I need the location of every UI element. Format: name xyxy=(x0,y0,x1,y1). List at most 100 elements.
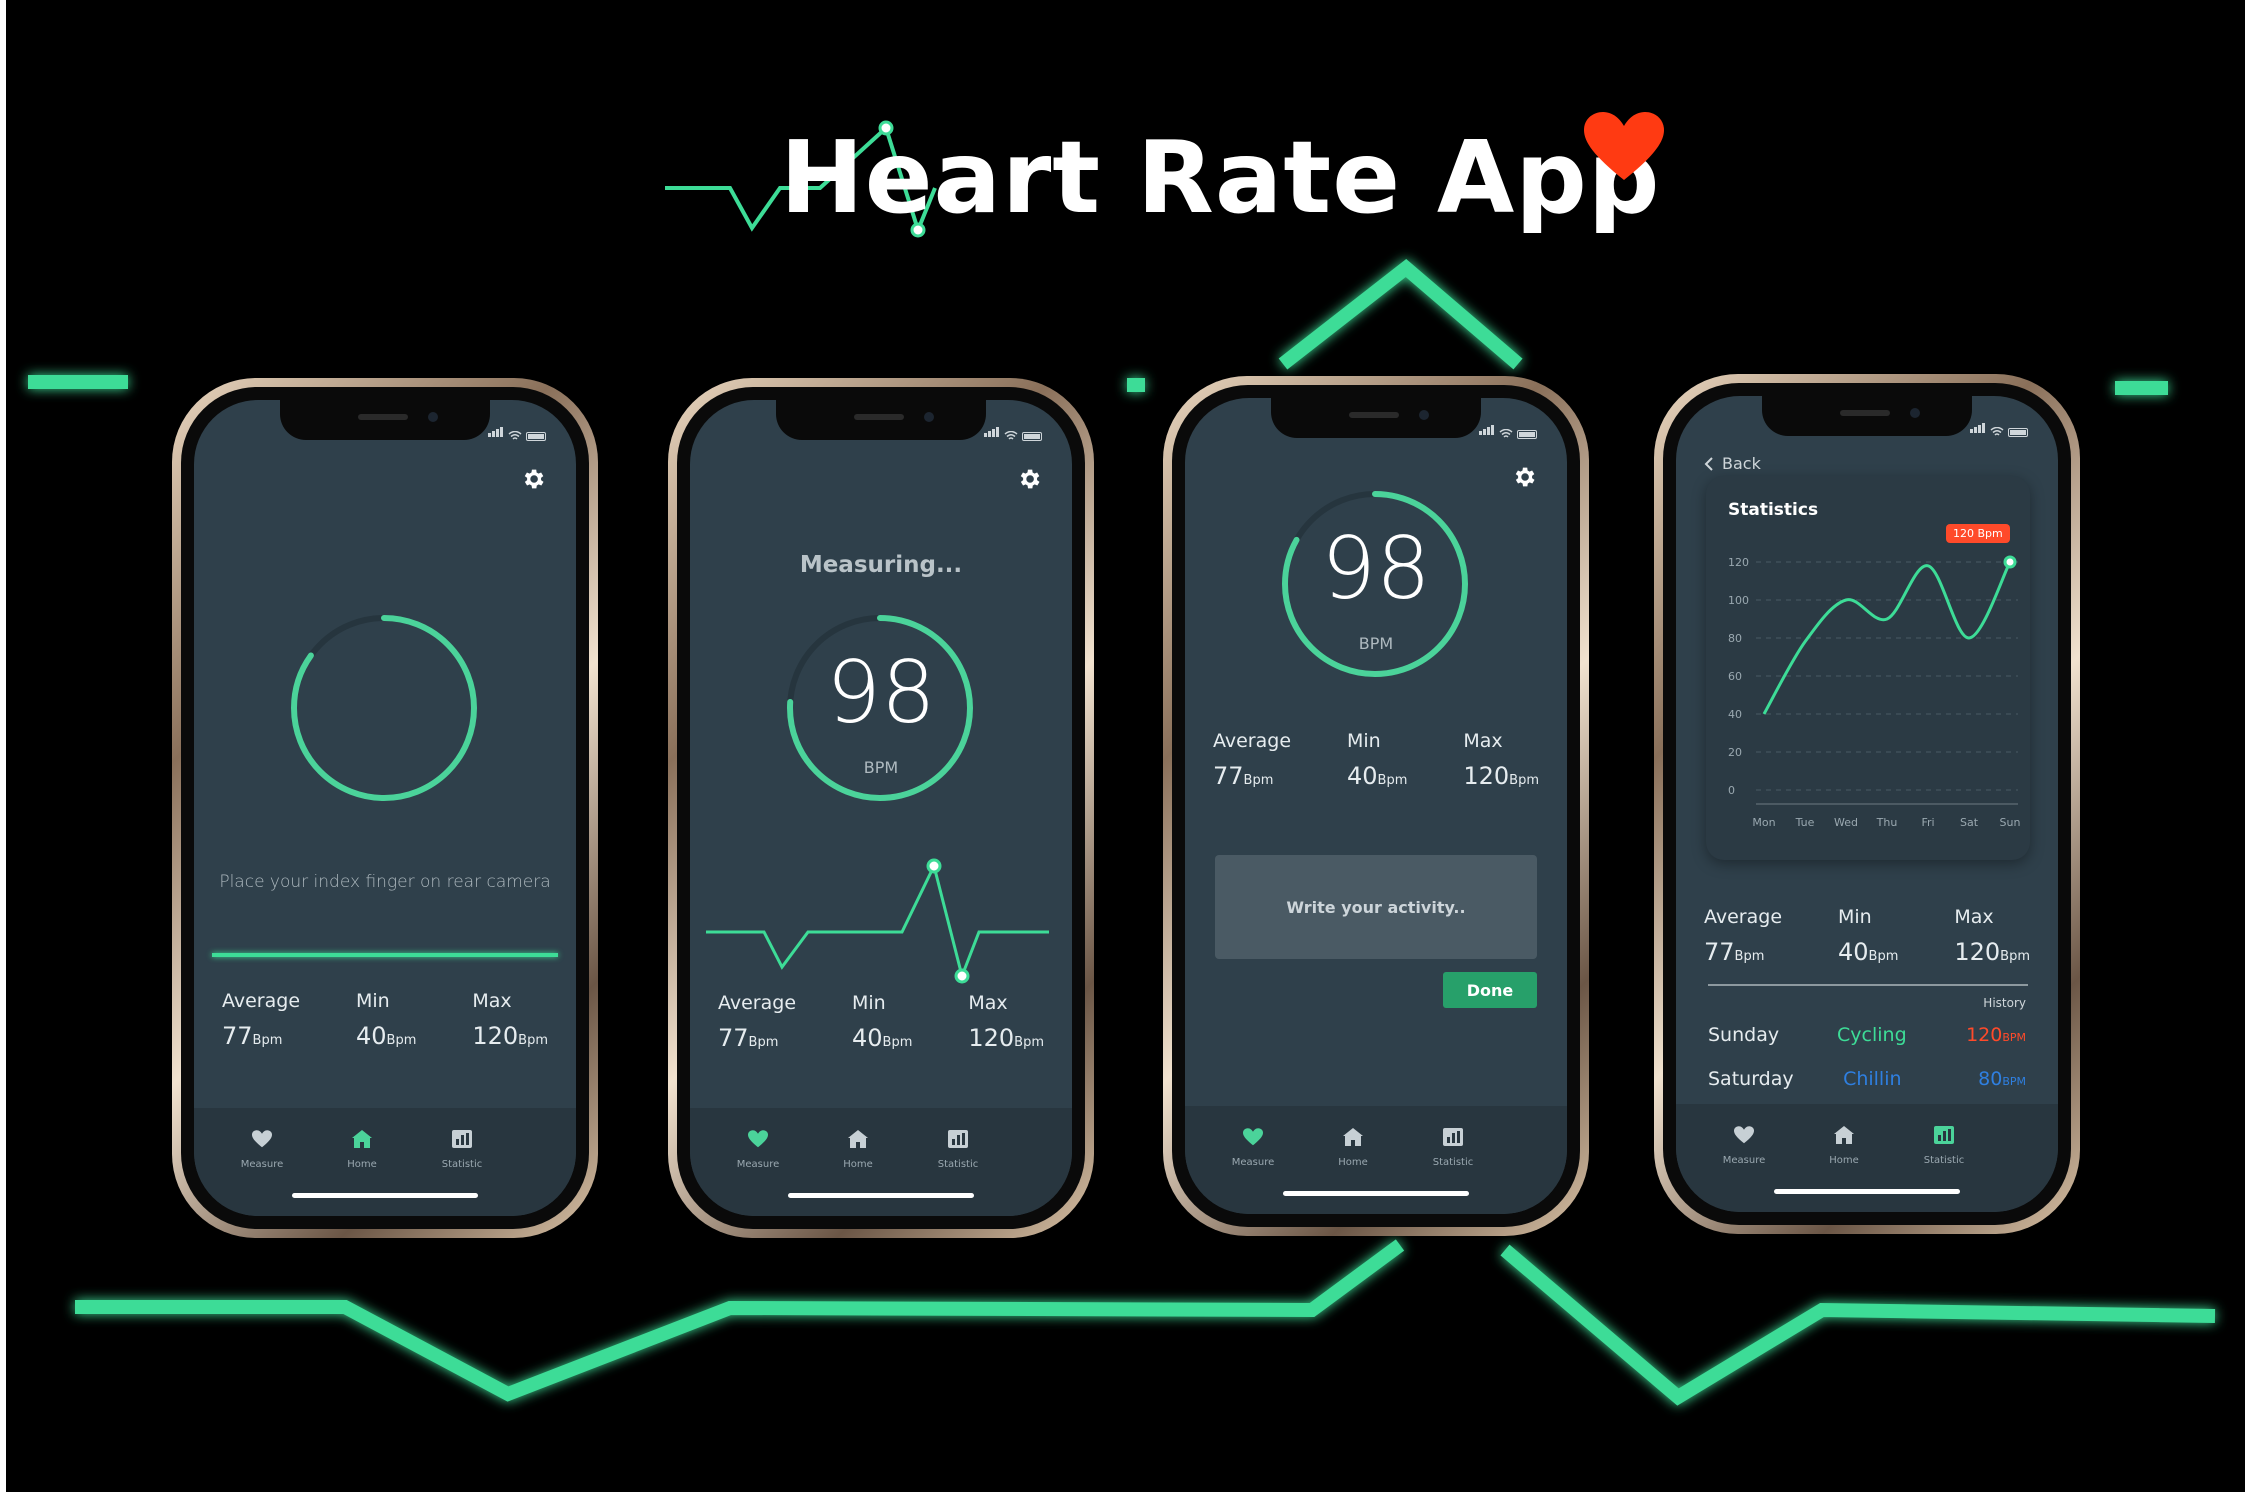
stats-row: Average 77Bpm Min 40Bpm Max 120Bpm xyxy=(1185,730,1567,790)
y-tick-label: 20 xyxy=(1728,746,1742,759)
bpm-label: BPM xyxy=(1358,634,1394,653)
pulse-line-bottom-right xyxy=(1500,1244,2216,1406)
x-tick-label: Thu xyxy=(1876,816,1898,829)
instruction-text: Place your index finger on rear camera xyxy=(219,872,551,892)
pulse-line-top-peak xyxy=(1278,258,1523,370)
phone-2-measuring: Measuring... 98 BPM Average 77Bpm Min 40Bp… xyxy=(668,378,1094,1238)
app-title: Heart Rate App xyxy=(780,119,1661,236)
heartbeat-wave xyxy=(706,858,1049,984)
bar-chart-icon xyxy=(948,1130,968,1148)
screen-statistics: Back Statistics 120 100 80 60 40 20 0 Mon Tue Wed… xyxy=(1676,396,2058,1212)
chevron-left-icon xyxy=(1704,456,1713,471)
stat-max: Max 120Bpm xyxy=(1954,906,2030,966)
tab-bar: Measure Home Statistic xyxy=(1185,1106,1567,1214)
stats-row: Average 77Bpm Min 40Bpm Max 120Bpm xyxy=(690,992,1072,1052)
home-indicator xyxy=(1283,1191,1469,1196)
settings-gear-icon[interactable] xyxy=(1016,466,1042,492)
tab-bar: Measure Home Statistic xyxy=(194,1108,576,1216)
activity-input[interactable]: Write your activity.. xyxy=(1215,855,1537,959)
bpm-value: 98 xyxy=(1321,519,1431,619)
history-label: History xyxy=(1983,996,2026,1010)
x-tick-label: Tue xyxy=(1795,816,1815,829)
divider xyxy=(1708,984,2028,986)
stat-average: Average 77Bpm xyxy=(717,992,797,1052)
stat-min: Min 40Bpm xyxy=(355,990,417,1050)
home-indicator xyxy=(292,1193,478,1198)
bar-chart-icon xyxy=(1443,1128,1463,1146)
bpm-value: 98 xyxy=(826,643,936,743)
back-button[interactable]: Back xyxy=(1704,454,1761,473)
heart-icon xyxy=(1734,1126,1754,1144)
y-tick-label: 0 xyxy=(1728,784,1735,797)
heart-icon xyxy=(252,1130,272,1148)
heart-logo-icon xyxy=(1584,112,1664,180)
measuring-status: Measuring... xyxy=(799,552,963,578)
tab-home[interactable]: Home xyxy=(322,1130,402,1171)
settings-gear-icon[interactable] xyxy=(520,466,546,492)
y-tick-label: 100 xyxy=(1728,594,1749,607)
tab-bar: Measure Home Statistic xyxy=(1676,1104,2058,1212)
tab-statistic[interactable]: Statistic xyxy=(1413,1128,1493,1169)
settings-gear-icon[interactable] xyxy=(1511,464,1537,490)
tab-measure[interactable]: Measure xyxy=(222,1130,302,1171)
stat-max: Max 120Bpm xyxy=(968,992,1044,1052)
y-tick-label: 80 xyxy=(1728,632,1742,645)
tab-home[interactable]: Home xyxy=(1804,1126,1884,1167)
peak-tooltip: 120 Bpm xyxy=(1946,524,2010,543)
stat-average: Average 77Bpm xyxy=(1212,730,1292,790)
tab-statistic[interactable]: Statistic xyxy=(422,1130,502,1171)
home-indicator xyxy=(1774,1189,1960,1194)
x-tick-label: Wed xyxy=(1834,816,1858,829)
bpm-label: BPM xyxy=(863,758,899,777)
tab-statistic[interactable]: Statistic xyxy=(1904,1126,1984,1167)
stat-min: Min 40Bpm xyxy=(1837,906,1899,966)
tab-measure[interactable]: Measure xyxy=(1213,1128,1293,1169)
y-tick-label: 120 xyxy=(1728,556,1749,569)
status-bar-icons xyxy=(1970,418,2028,437)
stats-row: Average 77Bpm Min 40Bpm Max 120Bpm xyxy=(1676,906,2058,966)
statistics-card: Statistics 120 100 80 60 40 20 0 Mon Tue Wed Thu Fr… xyxy=(1706,476,2030,860)
x-tick-label: Sat xyxy=(1960,816,1979,829)
history-row-saturday[interactable]: Saturday Chillin 80BPM xyxy=(1708,1068,2026,1090)
x-tick-label: Fri xyxy=(1921,816,1934,829)
status-bar-icons xyxy=(1479,420,1537,439)
phone-4-statistics: Back Statistics 120 100 80 60 40 20 0 Mon Tue Wed… xyxy=(1654,374,2080,1234)
status-bar-icons xyxy=(984,422,1042,441)
data-point xyxy=(2003,555,2017,569)
x-tick-label: Mon xyxy=(1752,816,1775,829)
notch xyxy=(280,400,490,440)
notch xyxy=(1762,396,1972,436)
done-button[interactable]: Done xyxy=(1443,972,1537,1008)
bar-chart-icon xyxy=(1934,1126,1954,1144)
flat-pulse-line xyxy=(212,953,558,957)
tab-measure[interactable]: Measure xyxy=(1704,1126,1784,1167)
stat-average: Average 77Bpm xyxy=(1703,906,1783,966)
stat-max: Max 120Bpm xyxy=(1463,730,1539,790)
screen-result: 98 BPM Average 77Bpm Min 40Bpm Max 120Bpm W… xyxy=(1185,398,1567,1214)
tab-home[interactable]: Home xyxy=(818,1130,898,1171)
tab-measure[interactable]: Measure xyxy=(718,1130,798,1171)
phone-1-home: Place your index finger on rear camera A… xyxy=(172,378,598,1238)
phone-3-result: 98 BPM Average 77Bpm Min 40Bpm Max 120Bpm W… xyxy=(1163,376,1589,1236)
stat-min: Min 40Bpm xyxy=(1346,730,1408,790)
tab-statistic[interactable]: Statistic xyxy=(918,1130,998,1171)
bar-chart-icon xyxy=(452,1130,472,1148)
heart-icon xyxy=(1243,1128,1263,1146)
home-icon xyxy=(1834,1126,1854,1144)
progress-ring xyxy=(291,615,477,801)
tab-home[interactable]: Home xyxy=(1313,1128,1393,1169)
home-indicator xyxy=(788,1193,974,1198)
heart-icon xyxy=(748,1130,768,1148)
y-tick-label: 40 xyxy=(1728,708,1742,721)
y-tick-label: 60 xyxy=(1728,670,1742,683)
screen-measuring: Measuring... 98 BPM Average 77Bpm Min 40Bp… xyxy=(690,400,1072,1216)
status-bar-icons xyxy=(488,422,546,441)
home-icon xyxy=(848,1130,868,1148)
history-row-sunday[interactable]: Sunday Cycling 120BPM xyxy=(1708,1024,2026,1046)
stats-row: Average 77Bpm Min 40Bpm Max 120Bpm xyxy=(194,990,576,1050)
x-tick-label: Sun xyxy=(2000,816,2021,829)
stat-average: Average 77Bpm xyxy=(221,990,301,1050)
home-icon xyxy=(352,1130,372,1148)
pulse-line-bottom xyxy=(75,1239,1405,1402)
stat-min: Min 40Bpm xyxy=(851,992,913,1052)
